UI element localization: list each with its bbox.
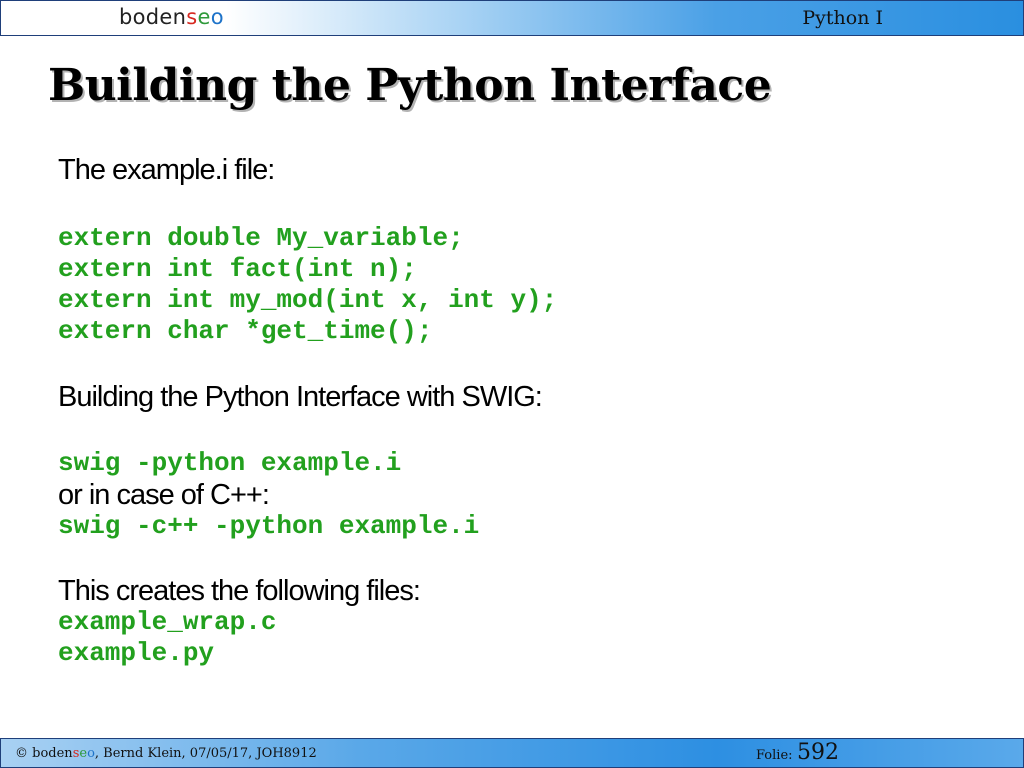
logo-text-o: o — [210, 5, 224, 29]
copyright-symbol: © — [15, 746, 28, 761]
code-block: extern double My_variable; extern int fa… — [58, 223, 998, 347]
code-line: extern char *get_time(); — [58, 316, 433, 346]
footer-bar: © bodenseo, Bernd Klein, 07/05/17, JOH89… — [0, 738, 1024, 768]
slide-number: Folie: 592 — [756, 741, 839, 768]
files-heading: This creates the following files: — [58, 575, 421, 607]
file-name: example.py — [58, 638, 215, 668]
file-name: example_wrap.c — [58, 607, 277, 637]
footer-brand-e: e — [79, 746, 88, 761]
slide-content: The example.i file: extern double My_var… — [58, 154, 998, 669]
swig-command: swig -python example.i — [58, 448, 402, 478]
logo-text-s: s — [186, 5, 198, 29]
footer-credits: © bodenseo, Bernd Klein, 07/05/17, JOH89… — [15, 746, 317, 762]
slide-title: Building the Python Interface — [48, 60, 772, 111]
footer-brand-o: o — [87, 746, 95, 761]
cpp-note: or in case of C++: — [58, 479, 270, 511]
logo-text-e: e — [197, 5, 211, 29]
header-bar: bodenseo Python I — [0, 0, 1024, 36]
course-title: Python I — [802, 7, 883, 29]
footer-brand-boden: boden — [32, 746, 73, 761]
folie-number: 592 — [796, 740, 839, 765]
bodenseo-logo: bodenseo — [119, 5, 224, 29]
swig-cpp-command: swig -c++ -python example.i — [58, 511, 480, 541]
code-line: extern double My_variable; — [58, 223, 464, 253]
logo-text-boden: boden — [119, 5, 187, 29]
code-line: extern int fact(int n); — [58, 254, 417, 284]
code-line: extern int my_mod(int x, int y); — [58, 285, 558, 315]
intro-text: The example.i file: — [58, 154, 275, 186]
folie-label: Folie: — [756, 748, 793, 763]
footer-author-date: , Bernd Klein, 07/05/17, JOH8912 — [94, 746, 317, 761]
swig-heading: Building the Python Interface with SWIG: — [58, 381, 543, 413]
